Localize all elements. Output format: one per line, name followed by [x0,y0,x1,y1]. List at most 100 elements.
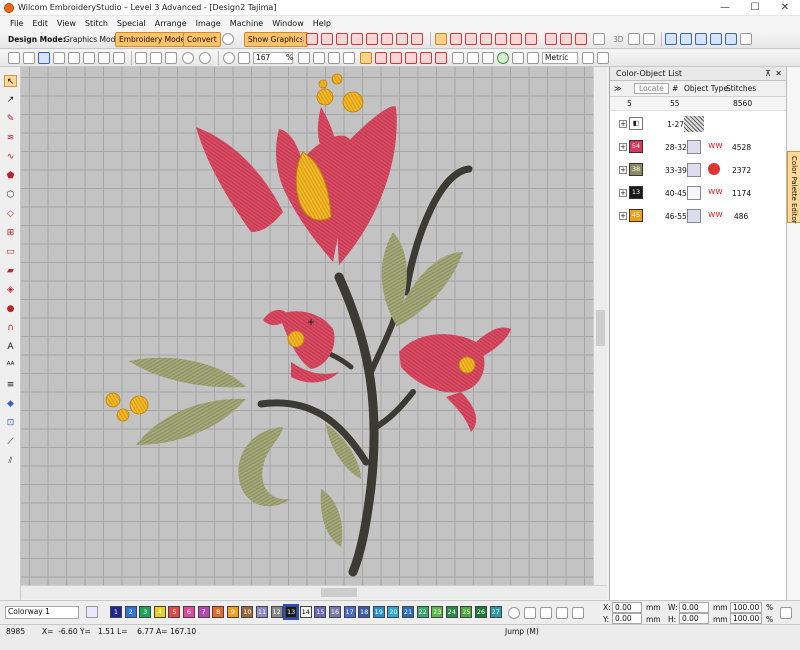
redo-icon[interactable] [199,52,211,64]
convert-button[interactable]: Convert [183,32,221,47]
tatami-icon[interactable] [336,33,348,45]
zoom-out-icon[interactable] [343,52,355,64]
show-connectors-icon[interactable] [420,52,432,64]
wave-icon[interactable] [396,33,408,45]
expand-icon[interactable]: + [619,212,627,220]
blackwork-icon[interactable]: ⬡ [4,189,17,201]
names-icon[interactable]: ≡ [4,379,17,391]
color-swatch-19[interactable]: 19 [372,606,385,618]
menu-window[interactable]: Window [272,19,304,28]
menu-image[interactable]: Image [196,19,221,28]
show-objects-icon[interactable] [375,52,387,64]
horizontal-scrollbar[interactable] [21,585,607,599]
zoom-icon[interactable] [223,52,235,64]
new-file-icon[interactable] [8,52,20,64]
expand-icon[interactable]: + [619,166,627,174]
color-blend-icon[interactable] [572,607,584,619]
lock-icon[interactable] [695,33,707,45]
3d-button[interactable]: 3D [609,32,628,47]
color-swatch-21[interactable]: 21 [402,606,414,618]
monogram-icon[interactable]: ᴬᴬ [4,360,17,372]
globe-icon[interactable] [222,33,234,45]
threads-icon[interactable] [540,607,552,619]
run-icon[interactable] [351,33,363,45]
color-swatch-18[interactable]: 18 [358,606,371,618]
complex-fill-icon[interactable]: ⬟ [4,170,17,182]
preview-icon[interactable] [68,52,80,64]
run-tool-icon[interactable]: ◇ [4,208,17,220]
color-swatch-11[interactable]: 11 [256,606,268,618]
list-item[interactable]: + ◧ 1-27 [610,113,787,136]
menu-special[interactable]: Special [117,19,146,28]
scale-y-input[interactable]: 100.00 [730,613,762,624]
background-icon[interactable] [467,52,479,64]
arch-icon[interactable]: ∩ [4,322,17,334]
color-swatch-14[interactable]: 14 [299,606,312,618]
maximize-button[interactable]: ☐ [740,0,770,16]
show-needle-icon[interactable] [405,52,417,64]
grid-icon[interactable] [643,33,655,45]
density-icon[interactable] [525,33,537,45]
ungroup-icon[interactable] [680,33,692,45]
color-swatch-5[interactable]: 5 [168,606,181,618]
list-item[interactable]: + 13 40-45 ww 1174 [610,182,787,205]
embroidery-mode-button[interactable]: Embroidery Mode [115,32,190,47]
color-swatch-10[interactable]: 10 [241,606,254,618]
color-swatch-12[interactable]: 12 [270,606,283,618]
color-swatch-22[interactable]: 22 [416,606,429,618]
menu-file[interactable]: File [10,19,23,28]
rectangle-icon[interactable]: ▭ [4,246,17,258]
design-icon[interactable] [556,607,568,619]
x-input[interactable]: 0.00 [612,602,642,613]
list-item[interactable]: + 54 28-32 ww 4528 [610,136,787,159]
column-a-icon[interactable]: ≋ [4,132,17,144]
print-icon[interactable] [53,52,65,64]
color-swatch-7[interactable]: 7 [197,606,210,618]
show-graphics-button[interactable]: Show Graphics [244,32,308,47]
view-icon[interactable] [593,33,605,45]
color-swatch-26[interactable]: 26 [475,606,487,618]
distribute-icon[interactable] [725,33,737,45]
parallelogram-icon[interactable]: ▰ [4,265,17,277]
shape-icon[interactable]: ✎ [4,113,17,125]
color-swatch-15[interactable]: 15 [314,606,327,618]
scale-x-input[interactable]: 100.00 [730,602,762,613]
color-swatch-25[interactable]: 25 [460,606,473,618]
send-icon[interactable] [98,52,110,64]
open-file-icon[interactable] [23,52,35,64]
lock-ratio-icon[interactable] [780,607,792,619]
measure-icon[interactable] [512,52,524,64]
color-swatch-17[interactable]: 17 [343,606,356,618]
show-function-icon[interactable] [435,52,447,64]
menu-machine[interactable]: Machine [230,19,264,28]
applique-icon[interactable]: ◆ [4,398,17,410]
menu-arrange[interactable]: Arrange [155,19,187,28]
more-icon[interactable] [740,33,752,45]
list-item[interactable]: + 38 33-39 2372 [610,159,787,182]
color-swatch-3[interactable]: 3 [139,606,152,618]
color-swatch-16[interactable]: 16 [329,606,341,618]
copy-icon[interactable] [150,52,162,64]
menu-view[interactable]: View [57,19,76,28]
color-swatch-1[interactable]: 1 [110,606,122,618]
units-select[interactable]: Metric [542,52,578,64]
palette-icon[interactable] [86,606,98,618]
help-icon[interactable] [597,52,609,64]
settings-icon[interactable] [582,52,594,64]
design-canvas[interactable] [21,67,607,585]
zoom-fit-icon[interactable] [298,52,310,64]
show-outlines-icon[interactable] [390,52,402,64]
options-icon[interactable] [527,52,539,64]
outline-icon[interactable] [435,33,447,45]
auto-spacing-icon[interactable] [560,33,572,45]
stitch-angle-icon[interactable] [480,33,492,45]
palette-menu-icon[interactable] [524,607,536,619]
hoop-icon[interactable] [452,52,464,64]
color-swatch-8[interactable]: 8 [212,606,225,618]
split-icon[interactable] [575,33,587,45]
color-swatch-23[interactable]: 23 [431,606,444,618]
check-icon[interactable] [497,52,509,64]
color-swatch-9[interactable]: 9 [226,606,239,618]
satin-icon[interactable] [321,33,333,45]
undo-icon[interactable] [182,52,194,64]
